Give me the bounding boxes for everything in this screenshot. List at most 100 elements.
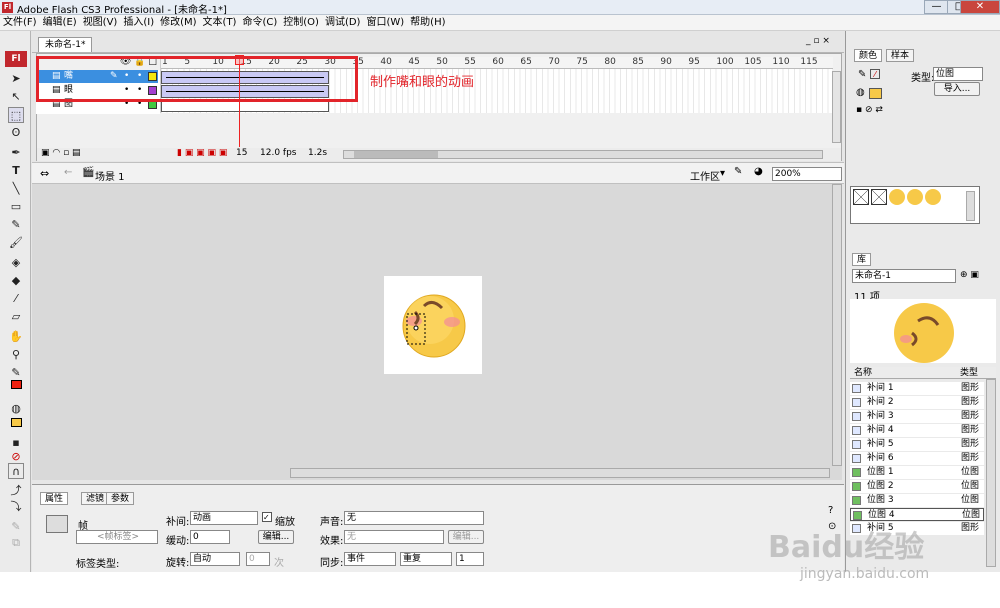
swatch-none-2[interactable] — [871, 189, 887, 205]
library-item-selected[interactable]: 位图 4 位图 — [850, 508, 984, 521]
brush-tool-icon[interactable]: 🖌 — [8, 235, 24, 251]
color-type-select[interactable]: 位图 — [933, 67, 983, 81]
frame-label-input[interactable]: <帧标签> — [76, 530, 158, 544]
stage-hscroll[interactable] — [290, 468, 830, 478]
tab-color[interactable]: 颜色 — [854, 49, 883, 62]
selection-tool-icon[interactable]: ➤ — [8, 71, 24, 87]
menu-help[interactable]: 帮助(H) — [407, 15, 448, 31]
ease-input[interactable]: 0 — [190, 530, 230, 544]
back-arrow-icon[interactable]: ← — [64, 167, 72, 178]
menu-view[interactable]: 视图(V) — [80, 15, 121, 31]
menu-control[interactable]: 控制(O) — [280, 15, 322, 31]
swatch-scroll[interactable] — [966, 191, 975, 221]
minimize-button[interactable]: — — [924, 0, 949, 14]
doc-window-controls[interactable]: _ ▫ × — [806, 36, 830, 46]
swatch-bitmap-2[interactable] — [907, 189, 923, 205]
library-pin-icons[interactable]: ⊕ ▣ — [960, 270, 979, 280]
edit-effect-button[interactable]: 编辑... — [448, 530, 484, 544]
timeline-toggle-icon[interactable]: ⇔ — [40, 167, 49, 180]
swatch-bitmap-1[interactable] — [889, 189, 905, 205]
eyedropper-tool-icon[interactable]: ⁄ — [8, 291, 24, 307]
fill-swatch[interactable] — [10, 418, 22, 427]
library-item[interactable]: 位图 2 位图 — [850, 480, 984, 493]
timeline-vscroll[interactable] — [832, 71, 841, 143]
tab-properties[interactable]: 属性 — [40, 492, 69, 505]
scene-name[interactable]: 场景 1 — [95, 168, 125, 183]
document-tab[interactable]: 未命名-1* — [38, 37, 93, 52]
sync-select[interactable]: 事件 — [344, 552, 396, 566]
edit-scene-icon[interactable]: ✎ — [734, 166, 742, 177]
library-item[interactable]: 补间 4 图形 — [850, 424, 984, 437]
ink-bottle-tool-icon[interactable]: ◈ — [8, 255, 24, 271]
menu-file[interactable]: 文件(F) — [0, 15, 40, 31]
menu-edit[interactable]: 编辑(E) — [40, 15, 80, 31]
workspace-button[interactable]: 工作区 — [690, 168, 720, 183]
help-icon[interactable]: ? — [828, 505, 833, 516]
free-transform-tool-icon[interactable]: ⬚ — [8, 107, 24, 123]
import-button[interactable]: 导入... — [934, 82, 980, 96]
timeline-controls-icon[interactable]: ▣ ◠ ▫ ▤ — [41, 148, 81, 158]
rotate-select[interactable]: 自动 — [190, 552, 240, 566]
fill-swatch-panel[interactable] — [869, 88, 882, 99]
fill-bucket-icon[interactable]: ◍ — [856, 87, 865, 98]
eraser-tool-icon[interactable]: ▱ — [8, 309, 24, 325]
library-doc-select[interactable]: 未命名-1 — [852, 269, 956, 283]
line-tool-icon[interactable]: ╲ — [8, 181, 24, 197]
edit-symbol-icon[interactable]: ◕ — [754, 166, 763, 177]
library-item[interactable]: 补间 3 图形 — [850, 410, 984, 423]
library-item[interactable]: 补间 6 图形 — [850, 452, 984, 465]
straighten-icon[interactable]: ⤵ — [8, 499, 24, 515]
timeline-hscroll[interactable] — [343, 150, 823, 159]
zoom-tool-icon[interactable]: ⚲ — [8, 347, 24, 363]
sound-select[interactable]: 无 — [344, 511, 484, 525]
color-mode-icons[interactable]: ▪ ⊘ ⇄ — [856, 105, 883, 115]
rotate-count-input[interactable]: 0 — [246, 552, 270, 566]
emoji-face[interactable] — [384, 276, 482, 374]
edit-ease-button[interactable]: 编辑... — [258, 530, 294, 544]
library-item[interactable]: 补间 2 图形 — [850, 396, 984, 409]
stage-vscroll[interactable] — [832, 184, 842, 466]
library-vscroll[interactable] — [986, 379, 996, 567]
menu-insert[interactable]: 插入(I) — [120, 15, 157, 31]
library-item[interactable]: 补间 5 图形 — [850, 438, 984, 451]
library-item[interactable]: 位图 1 位图 — [850, 466, 984, 479]
pen-tool-icon[interactable]: ✒ — [8, 145, 24, 161]
lasso-tool-icon[interactable]: ʘ — [8, 125, 24, 141]
workspace-dropdown-icon[interactable]: ▾ — [720, 168, 725, 179]
onion-icons[interactable]: ▮ ▣ ▣ ▣ ▣ — [177, 148, 227, 158]
zoom-select[interactable]: 200% — [772, 167, 842, 181]
paint-bucket-tool-icon[interactable]: ◆ — [8, 273, 24, 289]
col-name[interactable]: 名称 — [854, 367, 872, 379]
hand-tool-icon[interactable]: ✋ — [8, 329, 24, 345]
swatch-none[interactable] — [853, 189, 869, 205]
stage-canvas[interactable] — [384, 276, 482, 374]
library-item[interactable]: 位图 3 位图 — [850, 494, 984, 507]
repeat-select[interactable]: 重复 — [400, 552, 452, 566]
snap-magnet-icon[interactable]: ∩ — [8, 463, 24, 479]
repeat-count-input[interactable]: 1 — [456, 552, 484, 566]
tab-swatches[interactable]: 样本 — [886, 49, 915, 62]
scale-checkbox[interactable]: ✓ — [262, 512, 272, 522]
stroke-pencil-icon[interactable]: ✎ — [858, 69, 866, 80]
tween-select[interactable]: 动画 — [190, 511, 258, 525]
menu-debug[interactable]: 调试(D) — [322, 15, 364, 31]
col-type[interactable]: 类型 — [960, 367, 978, 379]
tab-filters[interactable]: 滤镜 — [81, 492, 110, 505]
menu-window[interactable]: 窗口(W) — [363, 15, 407, 31]
pencil-tool-icon[interactable]: ✎ — [8, 217, 24, 233]
tab-library[interactable]: 库 — [852, 253, 872, 266]
menu-modify[interactable]: 修改(M) — [157, 15, 199, 31]
subselection-tool-icon[interactable]: ↖ — [8, 89, 24, 105]
text-tool-icon[interactable]: T — [8, 163, 24, 179]
stroke-none-icon[interactable]: ⁄ — [870, 69, 880, 79]
effect-select[interactable]: 无 — [344, 530, 444, 544]
library-item[interactable]: 补间 1 图形 — [850, 382, 984, 395]
swatch-bitmap-3[interactable] — [925, 189, 941, 205]
stroke-swatch[interactable] — [10, 380, 22, 389]
close-button[interactable]: ✕ — [960, 0, 1000, 14]
menu-commands[interactable]: 命令(C) — [239, 15, 280, 31]
tab-parameters[interactable]: 参数 — [106, 492, 135, 505]
menu-text[interactable]: 文本(T) — [200, 15, 240, 31]
smooth-icon[interactable]: ⤴ — [8, 483, 24, 499]
rectangle-tool-icon[interactable]: ▭ — [8, 199, 24, 215]
